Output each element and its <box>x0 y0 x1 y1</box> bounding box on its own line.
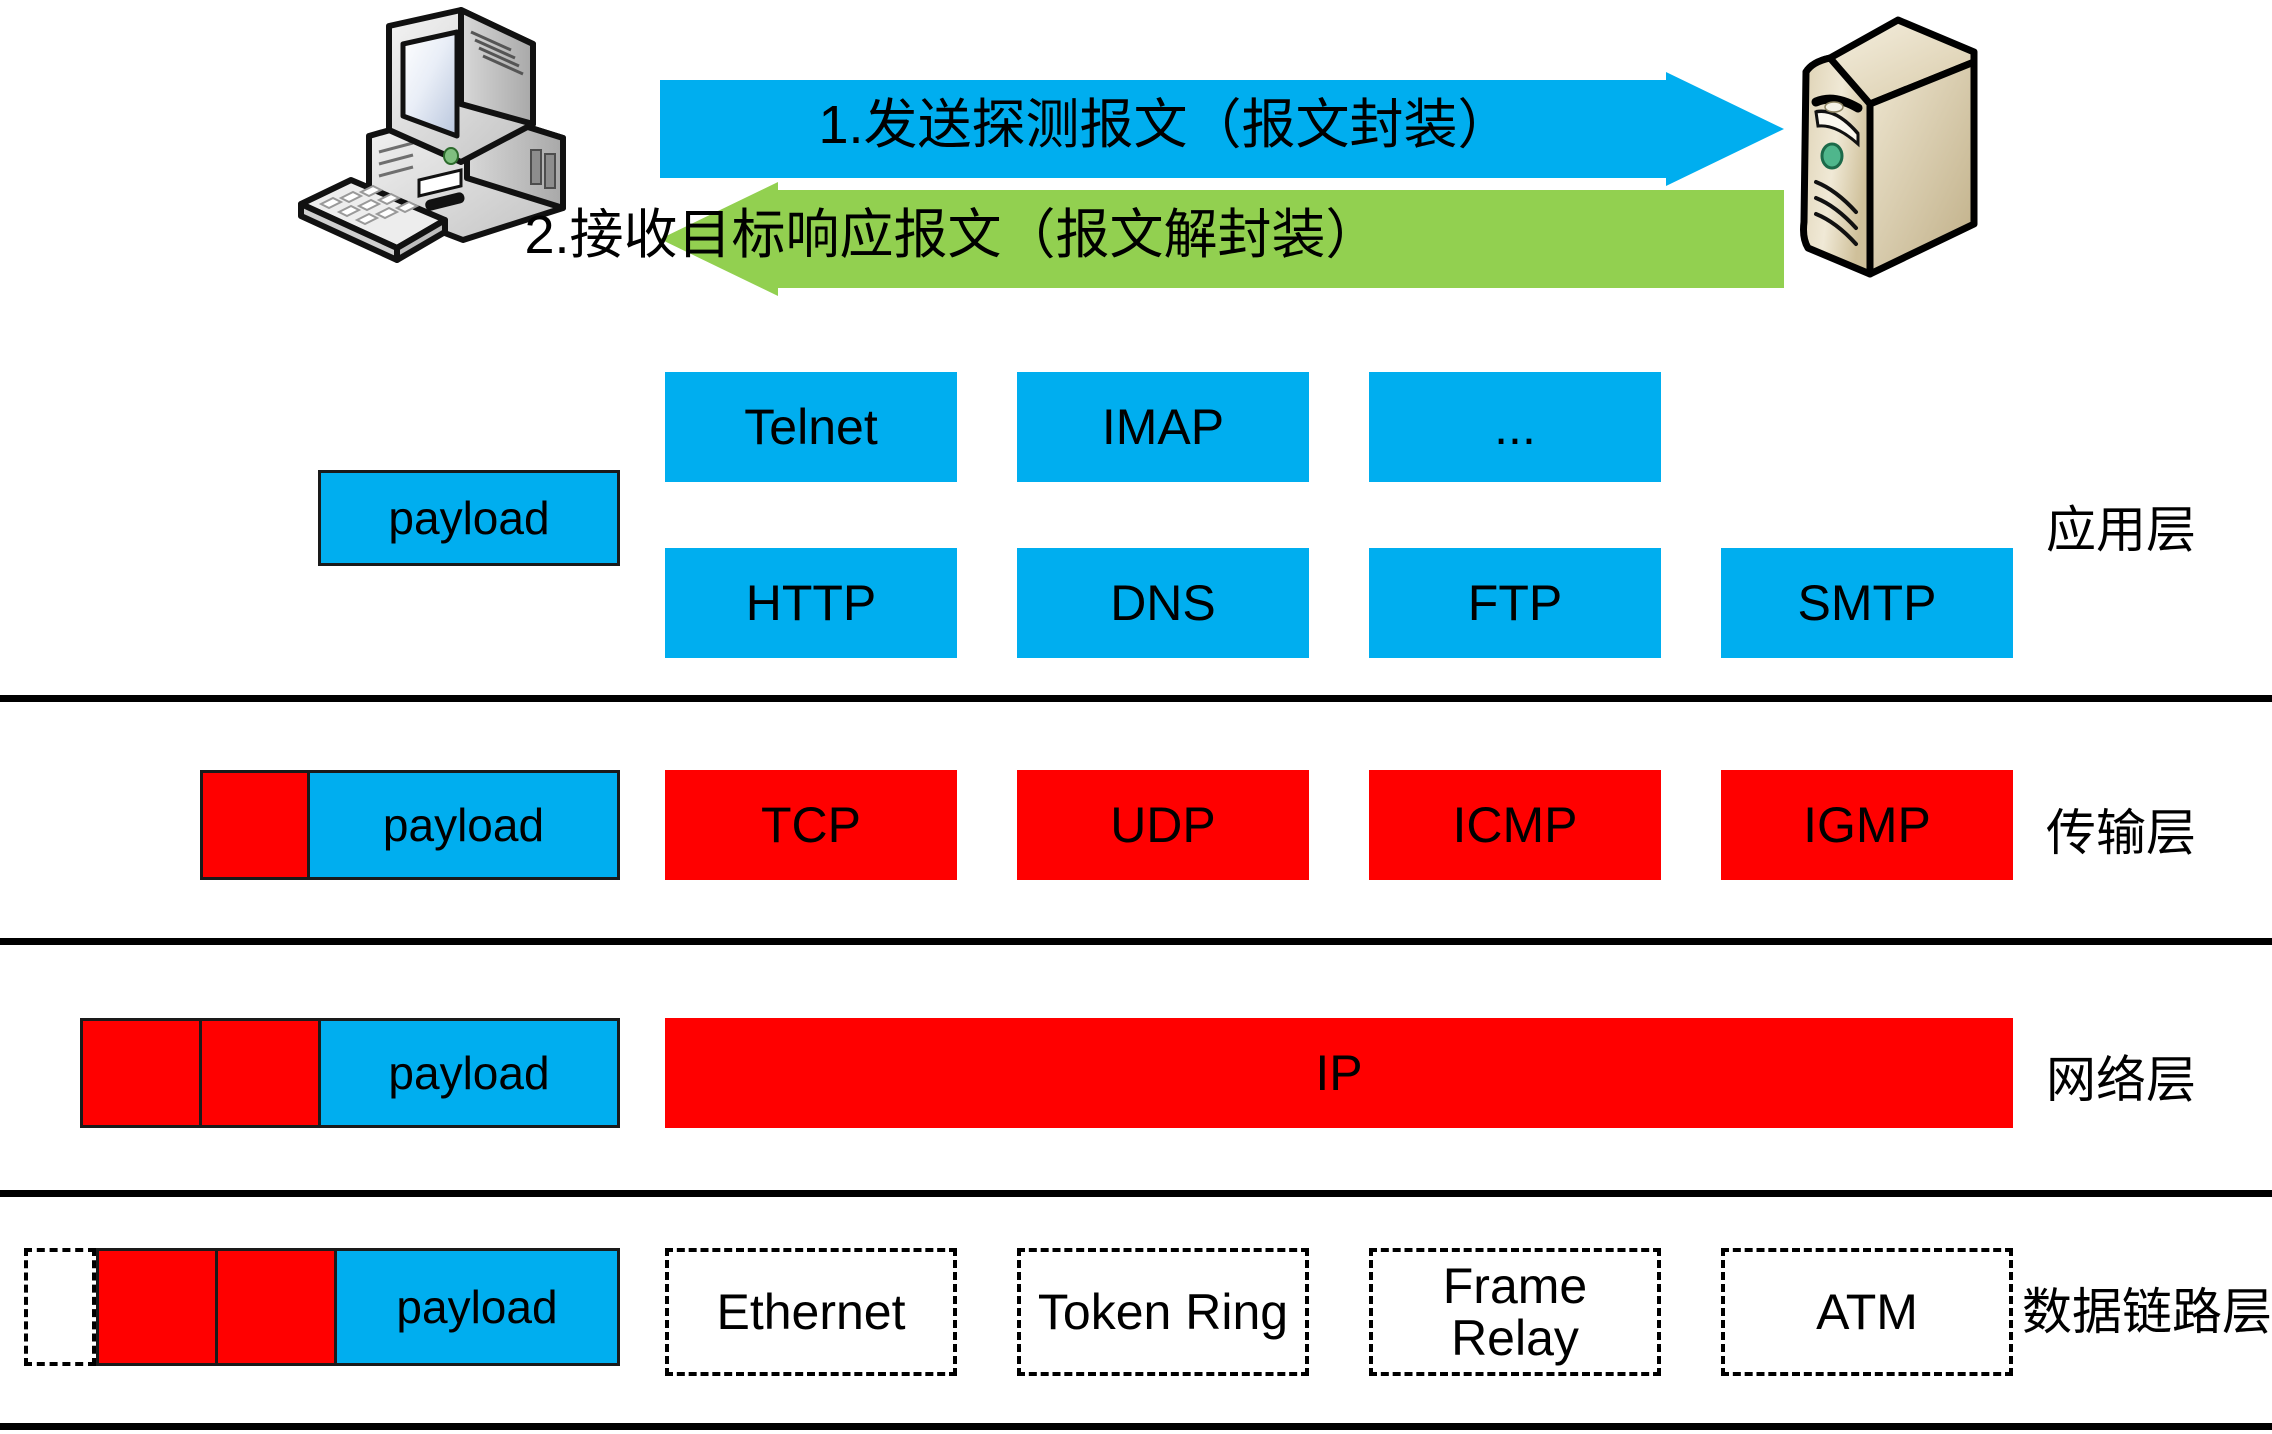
packet-segment-payload: payload <box>318 1018 620 1128</box>
protocol-box-dns[interactable]: DNS <box>1017 548 1309 658</box>
protocol-box-http[interactable]: HTTP <box>665 548 957 658</box>
protocol-box-atm[interactable]: ATM <box>1721 1248 2013 1376</box>
divider-application-transport <box>0 695 2272 702</box>
protocol-box-ip[interactable]: IP <box>665 1018 2013 1128</box>
protocol-box-ftp[interactable]: FTP <box>1369 548 1661 658</box>
protocol-box-udp[interactable]: UDP <box>1017 770 1309 880</box>
protocol-stack-diagram: 1.发送探测报文（报文封装） 2.接收目标响应报文（报文解封装） Telnet … <box>0 0 2272 1434</box>
protocol-box-telnet[interactable]: Telnet <box>665 372 957 482</box>
layer-label-transport: 传输层 <box>2046 805 2196 861</box>
protocol-box-token-ring[interactable]: Token Ring <box>1017 1248 1309 1376</box>
packet-segment-payload: payload <box>334 1248 620 1366</box>
encapsulation-row-datalink: payload <box>24 1248 620 1366</box>
encapsulation-row-transport: payload <box>200 770 620 880</box>
arrow-receive-label: 2.接收目标响应报文（报文解封装） <box>524 205 1380 265</box>
divider-datalink-bottom <box>0 1423 2272 1430</box>
divider-transport-network <box>0 938 2272 945</box>
encapsulation-row-application: payload <box>318 470 620 566</box>
encapsulation-row-network: payload <box>80 1018 620 1128</box>
server-tower-icon <box>1778 16 2008 306</box>
packet-segment-payload: payload <box>318 470 620 566</box>
packet-segment-transport-header <box>200 770 310 880</box>
packet-segment-payload: payload <box>307 770 620 880</box>
packet-segment-network-header <box>96 1248 218 1366</box>
protocol-box-tcp[interactable]: TCP <box>665 770 957 880</box>
protocol-box-ethernet[interactable]: Ethernet <box>665 1248 957 1376</box>
protocol-box-more[interactable]: ... <box>1369 372 1661 482</box>
divider-network-datalink <box>0 1190 2272 1197</box>
arrow-send-label: 1.发送探测报文（报文封装） <box>818 95 1512 155</box>
layer-label-datalink: 数据链路层 <box>2022 1284 2272 1340</box>
packet-segment-frame-header <box>24 1248 96 1366</box>
packet-segment-network-header <box>80 1018 202 1128</box>
packet-segment-transport-header <box>215 1248 337 1366</box>
packet-segment-transport-header <box>199 1018 321 1128</box>
layer-label-network: 网络层 <box>2046 1052 2196 1108</box>
protocol-box-icmp[interactable]: ICMP <box>1369 770 1661 880</box>
protocol-box-imap[interactable]: IMAP <box>1017 372 1309 482</box>
protocol-box-igmp[interactable]: IGMP <box>1721 770 2013 880</box>
protocol-box-smtp[interactable]: SMTP <box>1721 548 2013 658</box>
layer-label-application: 应用层 <box>2046 502 2196 558</box>
protocol-box-frame-relay[interactable]: Frame Relay <box>1369 1248 1661 1376</box>
